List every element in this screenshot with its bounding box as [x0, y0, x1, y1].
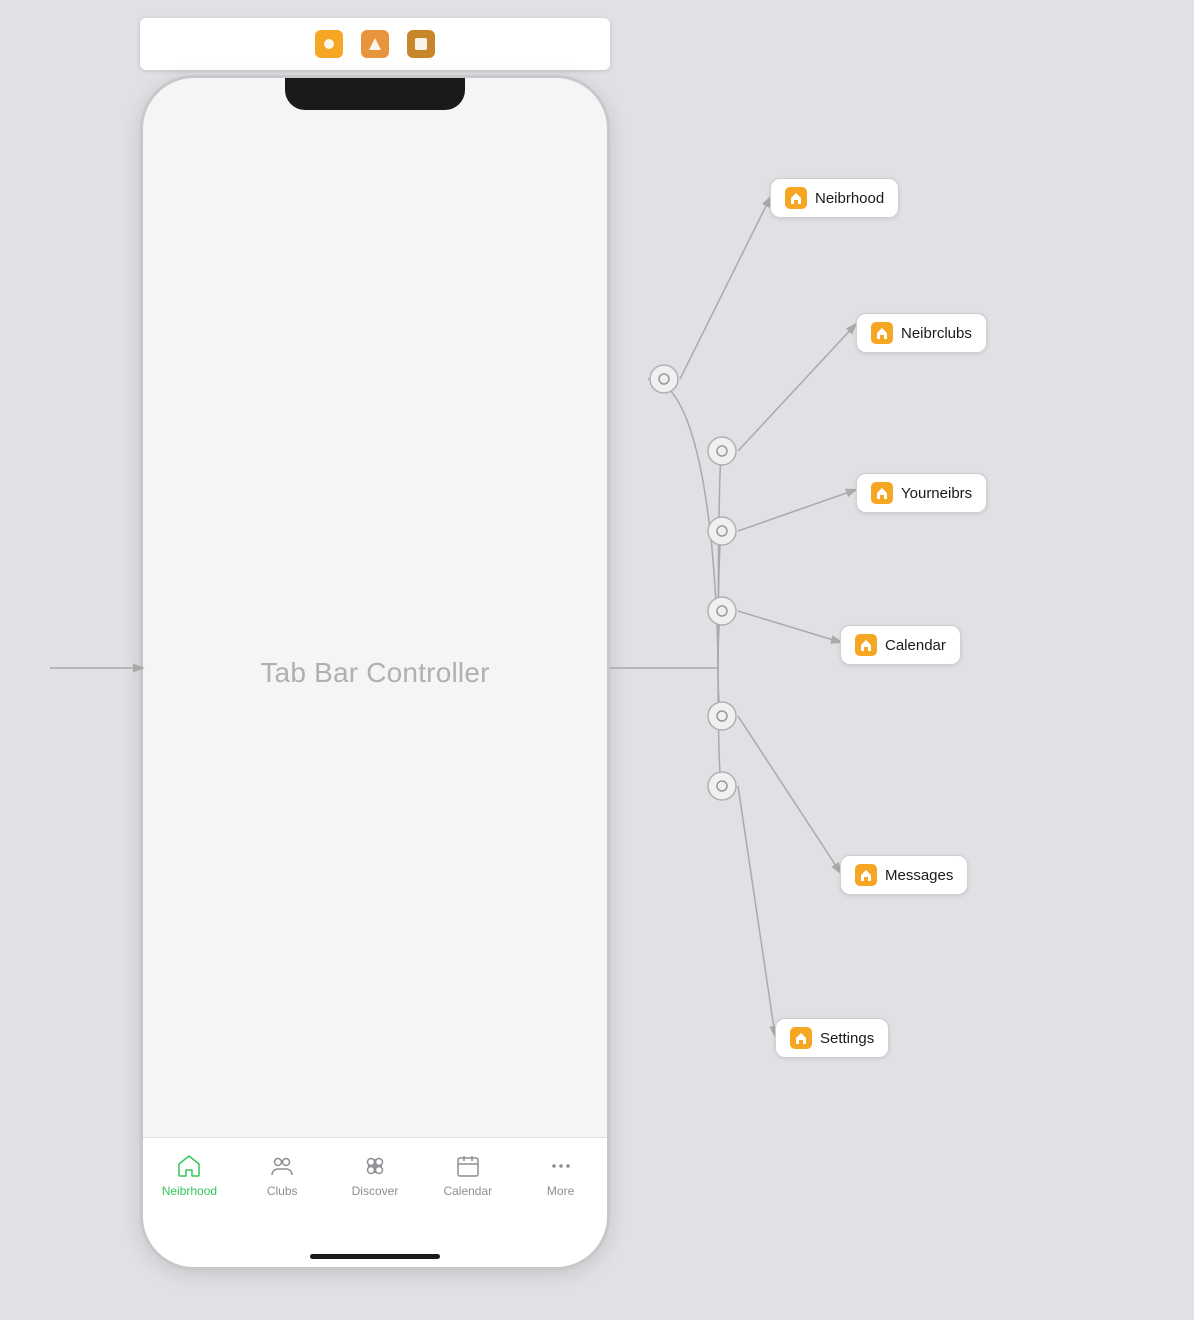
phone-content: Tab Bar Controller: [143, 78, 607, 1267]
tab-bar: Neibrhood Clubs: [143, 1137, 607, 1267]
dest-icon-neibrclubs: [871, 322, 893, 344]
dest-icon-settings: [790, 1027, 812, 1049]
dest-messages[interactable]: Messages: [840, 855, 968, 895]
tab-item-calendar[interactable]: Calendar: [421, 1152, 514, 1198]
dest-settings[interactable]: Settings: [775, 1018, 889, 1058]
toolbar-icon-1[interactable]: [315, 30, 343, 58]
dest-label-neibrclubs: Neibrclubs: [901, 325, 972, 342]
tab-icon-neibrhood: [175, 1152, 203, 1180]
dest-label-neibrhood: Neibrhood: [815, 190, 884, 207]
toolbar: [140, 18, 610, 70]
dest-label-messages: Messages: [885, 867, 953, 884]
tab-item-more[interactable]: More: [514, 1152, 607, 1198]
dest-calendar[interactable]: Calendar: [840, 625, 961, 665]
tab-icon-discover: [361, 1152, 389, 1180]
tab-item-discover[interactable]: Discover: [329, 1152, 422, 1198]
dest-icon-messages: [855, 864, 877, 886]
tab-item-neibrhood[interactable]: Neibrhood: [143, 1152, 236, 1198]
dest-icon-neibrhood: [785, 187, 807, 209]
dest-label-calendar: Calendar: [885, 637, 946, 654]
tab-label-calendar: Calendar: [443, 1184, 492, 1198]
home-indicator: [310, 1254, 440, 1259]
dest-icon-yourneibrs: [871, 482, 893, 504]
tab-icon-clubs: [268, 1152, 296, 1180]
tab-icon-calendar: [454, 1152, 482, 1180]
toolbar-icon-2[interactable]: [361, 30, 389, 58]
tab-label-discover: Discover: [352, 1184, 399, 1198]
phone-frame: Tab Bar Controller Neibrhood Clubs: [140, 75, 610, 1270]
tab-item-clubs[interactable]: Clubs: [236, 1152, 329, 1198]
toolbar-icon-3[interactable]: [407, 30, 435, 58]
dest-label-settings: Settings: [820, 1030, 874, 1047]
tab-icon-more: [547, 1152, 575, 1180]
tab-bar-controller-label: Tab Bar Controller: [260, 657, 489, 689]
tab-label-more: More: [547, 1184, 574, 1198]
dest-label-yourneibrs: Yourneibrs: [901, 485, 972, 502]
dest-yourneibrs[interactable]: Yourneibrs: [856, 473, 987, 513]
dest-icon-calendar: [855, 634, 877, 656]
dest-neibrhood[interactable]: Neibrhood: [770, 178, 899, 218]
dest-neibrclubs[interactable]: Neibrclubs: [856, 313, 987, 353]
tab-label-neibrhood: Neibrhood: [162, 1184, 217, 1198]
tab-label-clubs: Clubs: [267, 1184, 298, 1198]
